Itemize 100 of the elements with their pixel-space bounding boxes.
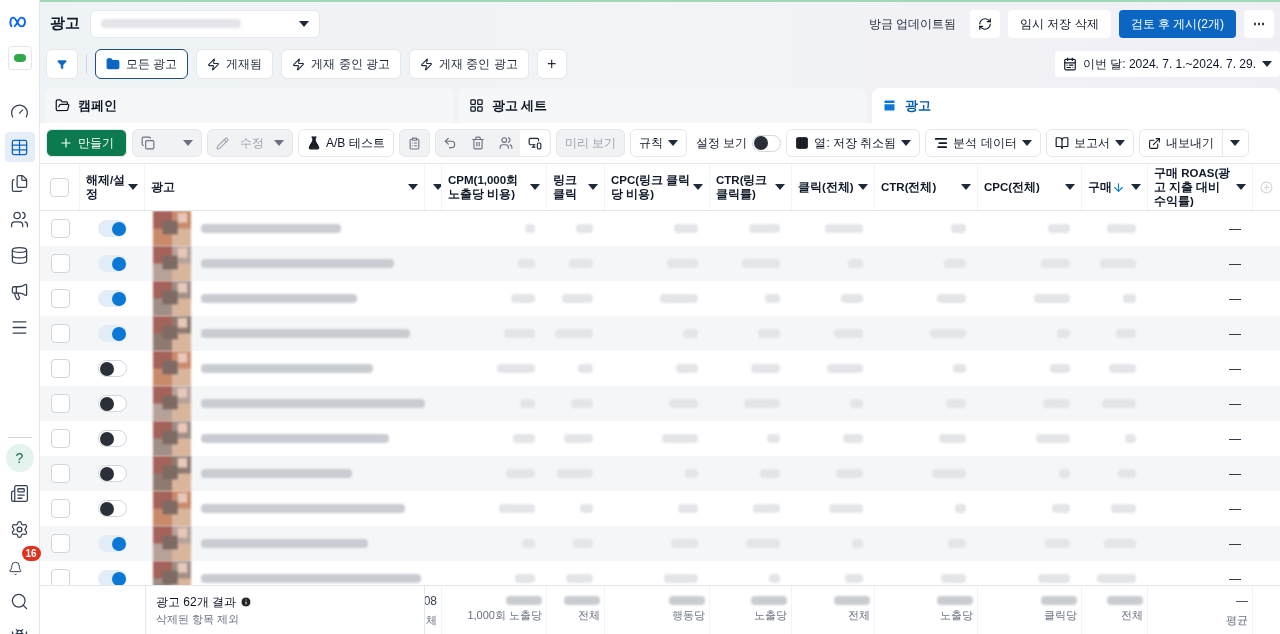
row-checkbox[interactable] xyxy=(50,569,70,585)
column-header[interactable]: CTR(링크 클릭률) xyxy=(710,164,792,210)
help-button[interactable]: ? xyxy=(5,444,34,472)
ab-test-button[interactable]: A/B 테스트 xyxy=(298,129,394,157)
preview-swap-button[interactable] xyxy=(519,130,550,156)
column-header[interactable]: CPM(1,000회 노출당 비용) xyxy=(442,164,547,210)
level-tab[interactable]: 광고 xyxy=(872,88,1280,123)
blurred-text xyxy=(1048,224,1070,233)
column-header[interactable]: CPC(링크 클릭당 비용) xyxy=(605,164,710,210)
column-header[interactable]: 링크 클릭 xyxy=(547,164,605,210)
create-button[interactable]: 만들기 xyxy=(46,129,127,157)
row-checkbox[interactable] xyxy=(50,254,70,273)
database-icon[interactable] xyxy=(10,245,29,265)
toggle-switch[interactable] xyxy=(98,290,127,307)
reports-button[interactable]: 보고서 xyxy=(1045,129,1134,157)
row-checkbox[interactable] xyxy=(50,219,70,238)
people-icon[interactable] xyxy=(10,209,29,229)
caret-icon xyxy=(693,184,703,190)
toggle-switch[interactable] xyxy=(98,535,127,552)
row-checkbox[interactable] xyxy=(50,394,70,413)
blurred-text xyxy=(564,434,593,443)
breakdown-button[interactable]: 분석 데이터 xyxy=(925,129,1041,157)
blurred-text xyxy=(1097,574,1136,583)
blurred-text xyxy=(515,574,535,583)
refresh-button[interactable] xyxy=(970,9,1000,38)
more-button[interactable]: ⋯ xyxy=(1244,9,1274,38)
publish-button[interactable]: 검토 후 게시(2개) xyxy=(1118,9,1236,38)
row-checkbox[interactable] xyxy=(50,429,70,448)
toggle-switch[interactable] xyxy=(98,395,127,412)
app-icon[interactable] xyxy=(7,46,32,70)
filter-tab[interactable]: 게재됨 xyxy=(196,49,274,79)
copy-icon xyxy=(141,136,155,150)
toggle-switch[interactable] xyxy=(98,255,127,272)
megaphone-icon[interactable] xyxy=(10,281,29,301)
row-checkbox[interactable] xyxy=(50,464,70,483)
row-checkbox[interactable] xyxy=(50,324,70,343)
level-tab[interactable]: 캠페인 xyxy=(45,88,453,123)
caret-icon xyxy=(299,20,309,27)
table-cell-text: — xyxy=(1229,430,1241,448)
clipboard-button[interactable] xyxy=(398,129,430,157)
row-checkbox[interactable] xyxy=(50,359,70,378)
column-header[interactable]: 클릭(전체) xyxy=(792,164,875,210)
info-icon[interactable] xyxy=(240,595,252,608)
filter-tab[interactable]: 게재 중인 광고 xyxy=(409,49,529,79)
column-header[interactable]: 광고 xyxy=(145,164,425,210)
toggle-switch[interactable] xyxy=(98,465,127,482)
table-cell-text: — xyxy=(1229,395,1241,413)
column-header[interactable]: CPC(전체) xyxy=(978,164,1082,210)
blurred-text xyxy=(513,434,535,443)
blurred-text xyxy=(1034,294,1070,303)
table-cell-text: — xyxy=(1236,592,1248,610)
table-icon[interactable] xyxy=(10,137,29,157)
column-header[interactable]: 구매 ROAS(광고 지출 대비 수익률) xyxy=(1148,164,1253,210)
toggle-switch[interactable] xyxy=(98,500,127,517)
search-icon[interactable] xyxy=(10,591,29,611)
duplicate-button[interactable] xyxy=(132,129,202,157)
select-all-checkbox[interactable] xyxy=(50,177,69,197)
blurred-text xyxy=(941,574,966,583)
rules-button[interactable]: 규칙 xyxy=(630,129,688,157)
blurred-text xyxy=(1123,294,1136,303)
blurred-text xyxy=(662,434,698,443)
table-cell-text: 전체 xyxy=(578,608,600,624)
level-tab[interactable]: 광고 세트 xyxy=(458,88,867,123)
pages-icon[interactable] xyxy=(10,173,29,193)
toggle-switch[interactable] xyxy=(98,360,127,377)
toggle-switch[interactable] xyxy=(98,430,127,447)
blurred-text xyxy=(937,294,966,303)
columns-button[interactable]: 열: 저장 취소됨 xyxy=(786,129,921,157)
newspaper-icon[interactable] xyxy=(10,483,29,503)
row-checkbox[interactable] xyxy=(50,289,70,308)
blurred-text xyxy=(1107,596,1143,606)
add-filter-button[interactable]: + xyxy=(536,49,567,79)
filter-tab[interactable]: 모든 광고 xyxy=(95,49,189,79)
discard-draft-button[interactable]: 임시 저장 삭제 xyxy=(1008,9,1111,38)
blurred-text xyxy=(751,596,787,606)
bell-icon[interactable] xyxy=(7,560,23,576)
settings-icon[interactable] xyxy=(10,519,29,539)
notification-badge: 16 xyxy=(21,546,41,561)
toggle-switch[interactable] xyxy=(752,134,782,152)
filter-button[interactable] xyxy=(46,49,78,79)
column-header[interactable]: 해제/설정 xyxy=(80,164,145,210)
date-range-button[interactable]: 이번 달: 2024. 7. 1.~2024. 7. 29. xyxy=(1054,51,1280,77)
blurred-text xyxy=(937,596,973,606)
filter-tab[interactable]: 게재 중인 광고 xyxy=(281,49,401,79)
blurred-text xyxy=(951,224,966,233)
column-header[interactable]: CTR(전체) xyxy=(875,164,978,210)
row-checkbox[interactable] xyxy=(50,534,70,553)
column-header[interactable]: 구매 xyxy=(1082,164,1148,210)
caret-icon xyxy=(433,184,441,190)
blurred-text xyxy=(664,574,698,583)
devices-icon xyxy=(527,136,542,150)
caret-icon xyxy=(1114,140,1125,146)
table-cell-text: — xyxy=(1229,325,1241,343)
toggle-switch[interactable] xyxy=(98,570,127,585)
sort-arrow-icon xyxy=(1112,180,1125,194)
toggle-switch[interactable] xyxy=(98,220,127,237)
filter-icon xyxy=(57,57,67,71)
toggle-switch[interactable] xyxy=(98,325,127,342)
blurred-text xyxy=(1052,504,1070,513)
row-checkbox[interactable] xyxy=(50,499,70,518)
